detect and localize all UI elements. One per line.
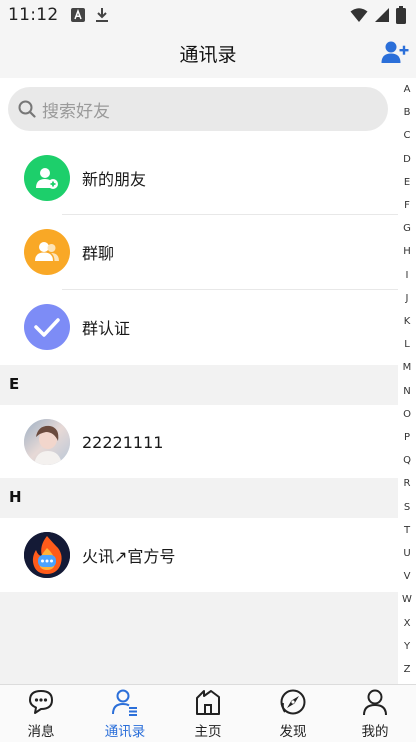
alpha-index-letter[interactable]: K bbox=[398, 316, 416, 328]
header-bar: 通讯录 bbox=[0, 30, 416, 78]
search-placeholder: 搜索好友 bbox=[42, 101, 110, 122]
alpha-index-letter[interactable]: Z bbox=[398, 664, 416, 676]
alphabet-index[interactable]: ABCDEFGHIJKLMNOPQRSTUVWXYZ bbox=[398, 78, 416, 684]
alpha-index-letter[interactable]: R bbox=[398, 478, 416, 490]
discover-icon bbox=[279, 688, 307, 716]
profile-icon bbox=[361, 688, 389, 716]
alpha-index-letter[interactable]: N bbox=[398, 386, 416, 398]
alpha-index-letter[interactable]: P bbox=[398, 432, 416, 444]
alpha-index-letter[interactable]: H bbox=[398, 246, 416, 258]
battery-icon bbox=[396, 6, 406, 28]
section-header-e: E bbox=[0, 365, 398, 405]
avatar bbox=[24, 419, 70, 465]
alpha-index-letter[interactable]: J bbox=[398, 293, 416, 305]
wifi-icon bbox=[350, 7, 368, 27]
row-label: 群认证 bbox=[82, 319, 131, 338]
alpha-index-letter[interactable]: L bbox=[398, 339, 416, 351]
status-bar: 11:12 bbox=[0, 0, 416, 30]
alpha-index-letter[interactable]: A bbox=[398, 84, 416, 96]
row-label: 群聊 bbox=[82, 244, 115, 263]
home-icon bbox=[194, 688, 222, 716]
alpha-index-letter[interactable]: Q bbox=[398, 455, 416, 467]
nav-label: 通讯录 bbox=[104, 724, 146, 740]
alpha-index-letter[interactable]: G bbox=[398, 223, 416, 235]
alpha-index-letter[interactable]: E bbox=[398, 177, 416, 189]
alpha-index-letter[interactable]: C bbox=[398, 130, 416, 142]
alpha-index-letter[interactable]: Y bbox=[398, 641, 416, 653]
alpha-index-letter[interactable]: F bbox=[398, 200, 416, 212]
nav-home[interactable]: 主页 bbox=[173, 685, 243, 742]
section-letter: H bbox=[9, 488, 22, 506]
alpha-index-letter[interactable]: S bbox=[398, 502, 416, 514]
notification-a-icon bbox=[70, 8, 85, 22]
empty-area bbox=[0, 592, 398, 684]
checkmark-icon bbox=[24, 304, 70, 350]
alpha-index-letter[interactable]: B bbox=[398, 107, 416, 119]
contacts-icon bbox=[111, 688, 139, 716]
add-friend-button[interactable] bbox=[380, 40, 410, 68]
alpha-index-letter[interactable]: T bbox=[398, 525, 416, 537]
alpha-index-letter[interactable]: X bbox=[398, 618, 416, 630]
search-input[interactable]: 搜索好友 bbox=[8, 87, 388, 131]
contacts-list: 搜索好友 新的朋友 群聊 群认证 E 22221111 H 火讯↗官方号 bbox=[0, 78, 398, 684]
group-chats-row[interactable]: 群聊 bbox=[0, 215, 398, 289]
page-title: 通讯录 bbox=[179, 44, 237, 66]
nav-label: 消息 bbox=[27, 724, 55, 740]
add-user-icon bbox=[381, 40, 409, 68]
search-icon bbox=[18, 100, 36, 118]
contact-name: 火讯↗官方号 bbox=[82, 547, 176, 566]
nav-messages[interactable]: 消息 bbox=[6, 685, 76, 742]
nav-label: 发现 bbox=[279, 724, 307, 740]
nav-me[interactable]: 我的 bbox=[340, 685, 410, 742]
contact-row[interactable]: 火讯↗官方号 bbox=[0, 518, 398, 592]
alpha-index-letter[interactable]: V bbox=[398, 571, 416, 583]
alpha-index-letter[interactable]: U bbox=[398, 548, 416, 560]
contact-name: 22221111 bbox=[82, 432, 164, 452]
alpha-index-letter[interactable]: M bbox=[398, 362, 416, 374]
nav-label: 主页 bbox=[194, 724, 222, 740]
alpha-index-letter[interactable]: D bbox=[398, 154, 416, 166]
section-header-h: H bbox=[0, 478, 398, 518]
download-icon bbox=[95, 7, 109, 23]
section-letter: E bbox=[9, 375, 20, 393]
add-person-icon bbox=[24, 155, 70, 201]
alpha-index-letter[interactable]: O bbox=[398, 409, 416, 421]
new-friends-row[interactable]: 新的朋友 bbox=[0, 141, 398, 215]
status-time: 11:12 bbox=[8, 5, 59, 25]
group-icon bbox=[24, 229, 70, 275]
bottom-nav: 消息 通讯录 主页 发现 我的 bbox=[0, 684, 416, 742]
nav-contacts[interactable]: 通讯录 bbox=[90, 685, 160, 742]
row-label: 新的朋友 bbox=[82, 170, 147, 189]
chat-bubble-icon bbox=[27, 688, 55, 716]
alpha-index-letter[interactable]: I bbox=[398, 270, 416, 282]
flame-logo-avatar bbox=[24, 532, 70, 578]
nav-label: 我的 bbox=[361, 724, 389, 740]
signal-icon bbox=[374, 7, 390, 27]
nav-discover[interactable]: 发现 bbox=[258, 685, 328, 742]
alpha-index-letter[interactable]: W bbox=[398, 594, 416, 606]
group-certification-row[interactable]: 群认证 bbox=[0, 290, 398, 364]
contact-row[interactable]: 22221111 bbox=[0, 405, 398, 479]
